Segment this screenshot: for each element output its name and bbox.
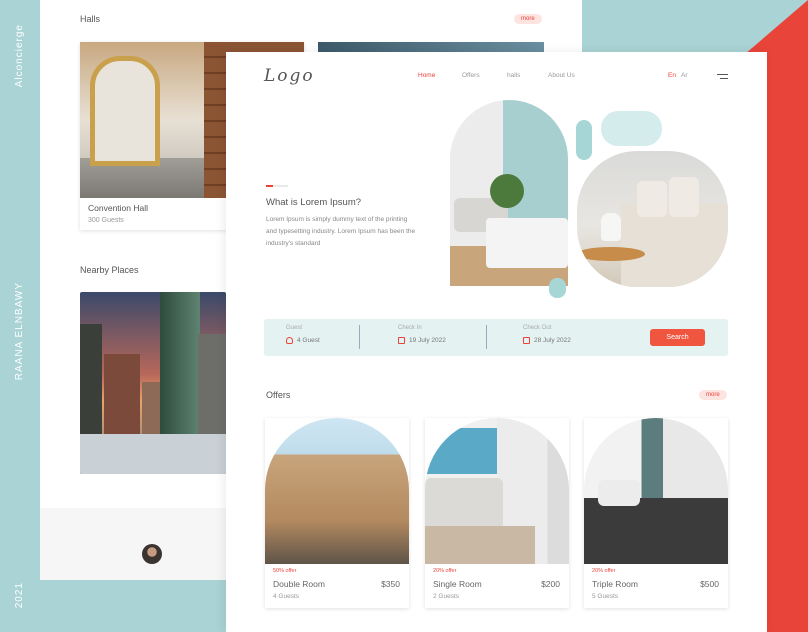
hero-image-living-room (450, 100, 568, 286)
lang-en[interactable]: En (668, 72, 676, 79)
nav-offers[interactable]: Offers (462, 72, 480, 79)
avatar[interactable] (142, 544, 162, 564)
booking-search-bar: Guest 4 Guest Check In 19 July 2022 Chec… (264, 319, 728, 356)
menu-icon[interactable] (717, 74, 728, 82)
nav-halls[interactable]: halls (507, 72, 520, 79)
room-guests: 2 Guests (433, 593, 460, 600)
offer-badge: 20% offer (592, 568, 616, 574)
nav-about-us[interactable]: About Us (548, 72, 575, 79)
room-name: Double Room (273, 579, 325, 589)
offer-image (425, 418, 569, 564)
nearby-place-image[interactable] (80, 292, 226, 474)
check-out-field[interactable]: Check Out 28 July 2022 (523, 325, 571, 344)
offer-card-single-room[interactable]: 20% offer Single Room $200 2 Guests (425, 418, 569, 608)
hall-guests: 300 Guests (88, 217, 124, 224)
search-button[interactable]: Search (650, 329, 705, 346)
check-in-value: 19 July 2022 (409, 337, 446, 344)
hero-indicator (266, 185, 288, 187)
halls-more-button[interactable]: more (514, 14, 542, 24)
room-guests: 5 Guests (592, 593, 619, 600)
room-price: $350 (381, 579, 400, 589)
brand-label: Alconcierge (14, 24, 25, 88)
offers-more-button[interactable]: more (699, 390, 727, 400)
guest-label: Guest (286, 325, 303, 331)
room-name: Single Room (433, 579, 482, 589)
check-in-label: Check In (398, 325, 422, 331)
calendar-icon (398, 337, 405, 344)
room-guests: 4 Guests (273, 593, 300, 600)
author-label: RAANA ELNBAWY (14, 282, 25, 381)
offer-image (265, 418, 409, 564)
offers-title: Offers (266, 390, 291, 400)
room-price: $500 (700, 579, 719, 589)
room-name: Triple Room (592, 579, 638, 589)
check-out-value: 28 July 2022 (534, 337, 571, 344)
check-in-field[interactable]: Check In 19 July 2022 (398, 325, 446, 344)
nearby-title: Nearby Places (80, 265, 139, 275)
offer-badge: 50% offer (273, 568, 297, 574)
hero-image-bedroom (577, 151, 728, 287)
front-page: Logo Home Offers halls About Us En Ar Wh… (226, 52, 767, 632)
calendar-icon (523, 337, 530, 344)
decor-shape (549, 278, 566, 298)
person-icon (286, 337, 293, 344)
lang-ar[interactable]: Ar (681, 72, 688, 79)
year-label: 2021 (14, 582, 25, 609)
offer-image (584, 418, 728, 564)
decor-shape (601, 111, 662, 146)
offer-card-triple-room[interactable]: 20% offer Triple Room $500 5 Guests (584, 418, 728, 608)
guest-field[interactable]: Guest 4 Guest (286, 325, 320, 344)
guest-value: 4 Guest (297, 337, 320, 344)
logo[interactable]: Logo (264, 66, 315, 86)
room-price: $200 (541, 579, 560, 589)
offer-badge: 20% offer (433, 568, 457, 574)
hero-title: What is Lorem Ipsum? (266, 197, 362, 208)
offer-card-double-room[interactable]: 50% offer Double Room $350 4 Guests (265, 418, 409, 608)
check-out-label: Check Out (523, 325, 552, 331)
decor-shape (576, 120, 592, 160)
nav-home[interactable]: Home (418, 72, 435, 79)
hero-text: Lorem Ipsum is simply dummy text of the … (266, 216, 416, 247)
halls-title: Halls (80, 14, 101, 24)
hall-name: Convention Hall (88, 203, 149, 213)
